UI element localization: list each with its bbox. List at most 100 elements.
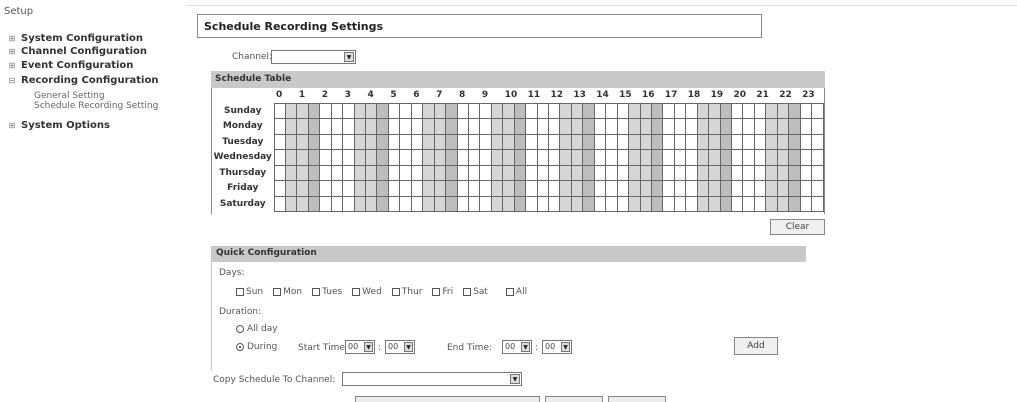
schedule-cell[interactable] [330, 180, 344, 197]
schedule-cell[interactable] [650, 133, 664, 150]
schedule-cell[interactable] [376, 118, 389, 135]
schedule-cell[interactable] [547, 195, 561, 212]
schedule-cell[interactable] [811, 149, 824, 166]
schedule-cell[interactable] [330, 195, 344, 212]
schedule-cell[interactable] [673, 133, 687, 150]
schedule-cell[interactable] [364, 118, 378, 135]
schedule-cell[interactable] [273, 133, 286, 150]
schedule-cell[interactable] [730, 149, 744, 166]
add-button[interactable]: Add [734, 337, 778, 355]
schedule-cell[interactable] [422, 180, 435, 197]
schedule-cell[interactable] [467, 195, 481, 212]
schedule-cell[interactable] [708, 180, 721, 197]
schedule-cell[interactable] [753, 180, 767, 197]
schedule-cell[interactable] [776, 118, 790, 135]
schedule-cell[interactable] [422, 149, 435, 166]
schedule-cell[interactable] [342, 164, 355, 181]
schedule-cell[interactable] [525, 195, 538, 212]
schedule-cell[interactable] [811, 118, 824, 135]
clear-button[interactable]: Clear [770, 219, 825, 235]
schedule-cell[interactable] [376, 195, 389, 212]
schedule-cell[interactable] [422, 102, 435, 119]
schedule-cell[interactable] [788, 195, 801, 212]
schedule-cell[interactable] [639, 149, 652, 166]
schedule-cell[interactable] [742, 133, 755, 150]
schedule-cell[interactable] [628, 164, 641, 181]
schedule-cell[interactable] [502, 195, 515, 212]
schedule-cell[interactable] [502, 102, 515, 119]
schedule-cell[interactable] [490, 133, 504, 150]
schedule-cell[interactable] [342, 102, 355, 119]
sidebar-item-system-options[interactable]: ⊞ System Options [8, 120, 110, 131]
schedule-cell[interactable] [479, 102, 492, 119]
schedule-cell[interactable] [593, 195, 607, 212]
schedule-cell[interactable] [502, 149, 515, 166]
schedule-cell[interactable] [364, 133, 378, 150]
schedule-cell[interactable] [364, 149, 378, 166]
checkbox[interactable] [352, 288, 361, 296]
schedule-cell[interactable] [593, 133, 607, 150]
schedule-cell[interactable] [296, 164, 309, 181]
schedule-cell[interactable] [719, 180, 733, 197]
day-option-sun[interactable]: Sun [236, 287, 263, 297]
schedule-cell[interactable] [616, 102, 630, 119]
schedule-cell[interactable] [513, 149, 527, 166]
schedule-cell[interactable] [456, 133, 469, 150]
schedule-cell[interactable] [490, 195, 504, 212]
schedule-cell[interactable] [570, 102, 584, 119]
schedule-cell[interactable] [605, 149, 618, 166]
schedule-cell[interactable] [284, 118, 298, 135]
schedule-cell[interactable] [616, 133, 630, 150]
schedule-cell[interactable] [765, 164, 778, 181]
day-option-fri[interactable]: Fri [432, 287, 453, 297]
schedule-cell[interactable] [536, 195, 550, 212]
schedule-cell[interactable] [445, 195, 458, 212]
schedule-cell[interactable] [296, 133, 309, 150]
schedule-cell[interactable] [742, 180, 755, 197]
schedule-cell[interactable] [673, 180, 687, 197]
schedule-cell[interactable] [307, 180, 321, 197]
schedule-cell[interactable] [650, 118, 664, 135]
schedule-cell[interactable] [387, 164, 401, 181]
schedule-cell[interactable] [399, 149, 412, 166]
schedule-cell[interactable] [696, 195, 710, 212]
schedule-cell[interactable] [811, 133, 824, 150]
schedule-cell[interactable] [536, 180, 550, 197]
schedule-cell[interactable] [696, 164, 710, 181]
schedule-cell[interactable] [662, 133, 675, 150]
schedule-cell[interactable] [273, 164, 286, 181]
checkbox[interactable] [236, 288, 244, 296]
schedule-cell[interactable] [513, 133, 527, 150]
schedule-cell[interactable] [536, 118, 550, 135]
sidebar-subitem-schedule-recording-setting[interactable]: Schedule Recording Setting [34, 101, 158, 111]
schedule-cell[interactable] [776, 102, 790, 119]
schedule-cell[interactable] [753, 102, 767, 119]
schedule-cell[interactable] [708, 195, 721, 212]
schedule-cell[interactable] [536, 133, 550, 150]
schedule-cell[interactable] [467, 118, 481, 135]
copy-channel-select[interactable]: ▼ [342, 372, 522, 386]
schedule-cell[interactable] [284, 133, 298, 150]
schedule-cell[interactable] [811, 195, 824, 212]
schedule-cell[interactable] [536, 149, 550, 166]
schedule-cell[interactable] [513, 118, 527, 135]
schedule-cell[interactable] [639, 102, 652, 119]
schedule-cell[interactable] [616, 180, 630, 197]
schedule-cell[interactable] [536, 102, 550, 119]
schedule-cell[interactable] [582, 149, 595, 166]
schedule-cell[interactable] [559, 102, 572, 119]
schedule-cell[interactable] [296, 180, 309, 197]
schedule-cell[interactable] [479, 164, 492, 181]
schedule-cell[interactable] [776, 195, 790, 212]
schedule-cell[interactable] [719, 164, 733, 181]
schedule-cell[interactable] [788, 180, 801, 197]
schedule-cell[interactable] [628, 195, 641, 212]
schedule-cell[interactable] [559, 195, 572, 212]
schedule-cell[interactable] [422, 195, 435, 212]
schedule-cell[interactable] [364, 102, 378, 119]
schedule-cell[interactable] [799, 164, 813, 181]
schedule-cell[interactable] [708, 133, 721, 150]
all-day-option[interactable]: All day [236, 324, 278, 334]
schedule-cell[interactable] [342, 195, 355, 212]
schedule-cell[interactable] [490, 118, 504, 135]
